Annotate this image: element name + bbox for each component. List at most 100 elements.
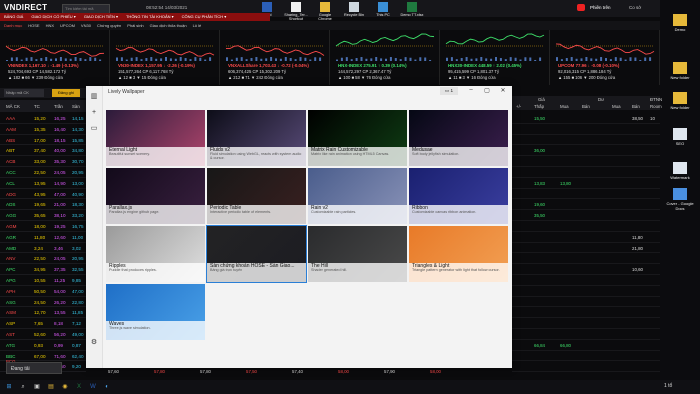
watchlist-add-button[interactable]: Đăng ghi xyxy=(52,89,80,97)
watchlist-row[interactable]: ACB 33,00 35,30 30,70 xyxy=(0,156,86,167)
watchlist-row[interactable]: AMD 3,24 3,46 3,02 xyxy=(0,243,86,254)
board-row[interactable] xyxy=(512,297,660,308)
wallpaper-tile[interactable]: Fluids v2 Fluid simulation using WebGL, r… xyxy=(207,110,306,166)
watchlist-row[interactable]: ABS 17,00 18,15 15,85 xyxy=(0,135,86,146)
board-row[interactable] xyxy=(512,221,660,232)
settings-icon[interactable]: ⚙ xyxy=(89,338,99,348)
board-row[interactable] xyxy=(512,167,660,178)
monitor-selector-button[interactable]: ▭ 1 xyxy=(440,87,458,95)
tab-8[interactable]: Lô lẻ xyxy=(193,23,202,28)
word-icon[interactable]: W xyxy=(88,382,98,392)
watchlist-row[interactable]: ACL 13,95 14,90 13,00 xyxy=(0,178,86,189)
index-panel-2[interactable]: VNXALLShare 1,703.43 ↓ -0.72 (-0.04%) 606… xyxy=(220,30,330,85)
wallpaper-tile[interactable]: Periodic Table Interactive periodic table… xyxy=(207,168,306,224)
board-row[interactable] xyxy=(512,275,660,286)
coso-button[interactable]: Co sở xyxy=(629,5,641,10)
index-panel-3[interactable]: HNX-INDEX 275.91 ↑ 0.39 (0.14%) 144,572,2… xyxy=(330,30,440,85)
menu-item-2[interactable]: GIAO DỊCH TIỀN ▾ xyxy=(80,13,122,21)
menu-item-1[interactable]: GIAO DỊCH CỔ PHIẾU ▾ xyxy=(27,13,79,21)
tab-5[interactable]: Chứng quyền xyxy=(97,23,121,28)
chat-icon[interactable]: ▭ xyxy=(89,124,99,134)
index-panel-5[interactable]: UPCOM 77.96 ↓ -0.08 (-0.10%) 92,016,315 C… xyxy=(550,30,660,85)
tab-4[interactable]: VN30 xyxy=(81,23,91,28)
wallpaper-tile[interactable]: Matrix Rain Customizable Matrix like rain… xyxy=(308,110,407,166)
watchlist-row[interactable]: AST 52,60 56,20 49,00 xyxy=(0,329,86,340)
watchlist-row[interactable]: ASM 12,70 13,55 11,85 xyxy=(0,307,86,319)
wallpaper-tile[interactable]: Eternal Light Beautiful sunset scenery. xyxy=(106,110,205,166)
board-row[interactable]: 13,83 13,80 xyxy=(512,178,660,189)
menu-item-4[interactable]: CÔNG CỤ PHÂN TÍCH ▾ xyxy=(178,13,231,21)
board-row[interactable]: 35,50 xyxy=(512,210,660,221)
board-row[interactable] xyxy=(512,286,660,297)
watchlist-row[interactable]: AAA 15,20 16,25 14,15 xyxy=(0,113,86,124)
index-panel-4[interactable]: HNX30-INDEX 448.59 ↑ 2.02 (0.45%) 95,415,… xyxy=(440,30,550,85)
close-button[interactable]: ✕ xyxy=(496,87,510,94)
watchlist-row[interactable]: APH 50,50 54,00 47,00 xyxy=(0,286,86,297)
wallpaper-tile[interactable]: Parallax.js Parallax.js engine github pag… xyxy=(106,168,205,224)
board-row[interactable] xyxy=(512,135,660,146)
phien-button[interactable]: Phiên trên xyxy=(590,5,611,10)
desktop-icon-5[interactable]: Demo TT.xlsx xyxy=(399,2,425,17)
explorer-icon[interactable]: ▤ xyxy=(46,382,56,392)
watchlist-row[interactable]: ASP 7,65 8,18 7,12 xyxy=(0,318,86,329)
board-row[interactable] xyxy=(512,253,660,265)
wallpaper-tile[interactable]: Ripples Puddle that produces ripples. xyxy=(106,226,205,282)
excel-icon[interactable]: X xyxy=(74,382,84,392)
tab-2[interactable]: HNX xyxy=(46,23,54,28)
add-wallpaper-icon[interactable]: + xyxy=(89,108,99,118)
watchlist-row[interactable]: AGG 35,65 38,10 33,20 xyxy=(0,210,86,221)
watchlist-row[interactable]: APG 10,55 11,25 9,85 xyxy=(0,275,86,286)
index-panel-1[interactable]: VN30-INDEX 1,157.95 ↓ -2.26 (-0.19%) 151,… xyxy=(110,30,220,85)
wallpaper-tile[interactable]: Rain v2 Customizable rain particles. xyxy=(308,168,407,224)
watchlist-row[interactable]: ACC 22,50 24,05 20,95 xyxy=(0,167,86,178)
board-row[interactable]: 21,80 xyxy=(512,243,660,254)
wallpaper-tile[interactable]: Ribbon Customizable canvas ribbon animati… xyxy=(409,168,508,224)
watchlist-row[interactable]: ADG 43,95 47,00 40,90 xyxy=(0,189,86,200)
board-row[interactable] xyxy=(512,351,660,362)
desktop-right-icon-4[interactable]: Watermark xyxy=(664,162,696,180)
board-row[interactable] xyxy=(512,361,660,373)
board-row[interactable] xyxy=(512,318,660,329)
wallpaper-tile[interactable]: Waves Three.js wave simulation. xyxy=(106,284,205,340)
desktop-right-icon-0[interactable]: Demo xyxy=(664,14,696,32)
watchlist-row[interactable]: AGR 11,80 12,60 11,00 xyxy=(0,232,86,243)
wallpaper-tile[interactable]: Triangles & Light Triangle pattern genera… xyxy=(409,226,508,282)
board-row[interactable]: 66,84 66,80 xyxy=(512,340,660,351)
desktop-icon-2[interactable]: Google Chrome xyxy=(312,2,338,21)
watchlist-row[interactable]: ABT 37,40 40,00 34,80 xyxy=(0,145,86,157)
board-row[interactable]: 36,00 xyxy=(512,145,660,157)
desktop-icon-3[interactable]: Recycle Bin xyxy=(341,2,367,17)
menu-item-3[interactable]: THÔNG TIN TÀI KHOẢN ▾ xyxy=(122,13,178,21)
library-icon[interactable]: ▥ xyxy=(89,92,99,102)
taskview-icon[interactable]: ▣ xyxy=(32,382,42,392)
windows-icon[interactable]: ⊞ xyxy=(4,382,14,392)
desktop-right-icon-1[interactable]: New folder xyxy=(664,62,696,80)
youtube-icon[interactable] xyxy=(577,4,585,11)
desktop-right-icon-5[interactable]: Cover - Google Docs xyxy=(664,188,696,211)
watchlist-row[interactable]: ADS 19,65 21,00 18,30 xyxy=(0,199,86,211)
board-row[interactable]: 11,80 xyxy=(512,232,660,243)
tab-1[interactable]: HOSE xyxy=(28,23,39,28)
search-icon[interactable]: ⌕ xyxy=(18,382,28,392)
wallpaper-tile[interactable]: Sàn chứng khoán HOSE - Sàn Giao... Bảng g… xyxy=(206,225,307,283)
minimize-button[interactable]: – xyxy=(464,87,478,93)
board-row[interactable]: 19,60 xyxy=(512,199,660,211)
wallpaper-tile[interactable]: The Hill Shader generated hill. xyxy=(308,226,407,282)
watchlist-row[interactable]: AAM 15,35 16,40 14,30 xyxy=(0,124,86,135)
watchlist-row[interactable]: ASG 24,50 26,20 22,80 xyxy=(0,297,86,308)
board-row[interactable] xyxy=(512,124,660,135)
desktop-right-icon-2[interactable]: New folder xyxy=(664,92,696,110)
board-row[interactable] xyxy=(512,156,660,167)
lively-icon[interactable]: ◐ xyxy=(102,382,112,392)
tab-3[interactable]: UPCOM xyxy=(60,23,75,28)
tab-7[interactable]: Giao dịch thỏa thuận xyxy=(150,23,187,28)
watchlist-row[interactable]: ANV 22,50 24,05 20,95 xyxy=(0,253,86,265)
menu-item-0[interactable]: BẢNG GIÁ xyxy=(0,13,27,21)
watchlist-row[interactable]: AGM 18,00 19,25 16,75 xyxy=(0,221,86,232)
watchlist-row[interactable]: ATG 0,93 0,99 0,87 xyxy=(0,340,86,351)
watchlist-row[interactable]: APC 34,95 37,35 32,55 xyxy=(0,264,86,275)
board-row[interactable] xyxy=(512,189,660,200)
maximize-button[interactable]: ▢ xyxy=(480,87,494,94)
wallpaper-tile[interactable]: Medusae Soft body jellyfish simulation. xyxy=(409,110,508,166)
board-row[interactable] xyxy=(512,307,660,319)
